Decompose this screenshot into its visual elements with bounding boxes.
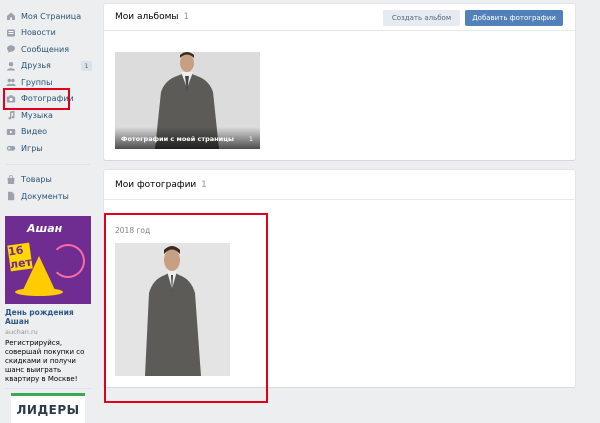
sidebar-item-goods[interactable]: Товары — [0, 172, 96, 189]
video-icon — [6, 127, 16, 137]
sidebar-item-news[interactable]: Новости — [0, 25, 96, 42]
photos-header: Мои фотографии 1 — [104, 170, 575, 200]
friends-counter-badge: 1 — [81, 60, 92, 71]
create-album-button[interactable]: Создать альбом — [383, 10, 460, 26]
goods-icon — [6, 174, 16, 185]
add-photos-button[interactable]: Добавить фотографии — [465, 10, 563, 26]
ad-hat-brim — [15, 288, 63, 296]
sidebar-item-label: Группы — [21, 77, 53, 87]
sidebar-item-documents[interactable]: Документы — [0, 188, 96, 205]
photos-title: Мои фотографии — [115, 179, 197, 190]
sidebar-item-messages[interactable]: Сообщения — [0, 41, 96, 58]
ad2-logo-text: ЛИДЕРЫ — [16, 402, 80, 417]
highlight-frame-photos-menu — [3, 88, 70, 110]
games-icon — [6, 143, 16, 153]
albums-header: Мои альбомы 1 Создать альбом Добавить фо… — [104, 4, 575, 31]
sidebar-divider — [6, 163, 90, 165]
album-photo-count: 1 — [248, 135, 253, 143]
highlight-frame-photo — [104, 213, 268, 403]
photos-count: 1 — [201, 179, 207, 190]
sidebar-item-label: Музыка — [21, 110, 53, 120]
sidebar-item-friends[interactable]: Друзья 1 — [0, 58, 96, 75]
sidebar-item-label: Документы — [21, 191, 69, 201]
sidebar-item-label: Новости — [21, 28, 56, 38]
album-caption: Фотографии с моей страницы — [121, 135, 234, 143]
ad-decoration — [51, 244, 85, 278]
sidebar-item-label: Игры — [21, 143, 43, 153]
album-card[interactable]: Фотографии с моей страницы 1 — [115, 52, 260, 149]
sidebar-item-label: Сообщения — [21, 44, 70, 54]
sidebar-item-video[interactable]: Видео — [0, 124, 96, 141]
ad-block[interactable]: Ашан 16 лет День рождения Ашан auchan.ru… — [5, 216, 91, 384]
sidebar-item-games[interactable]: Игры — [0, 140, 96, 157]
home-icon — [6, 11, 16, 21]
sidebar-item-label: Моя Страница — [21, 11, 82, 21]
news-icon — [6, 28, 16, 38]
secondary-nav: Товары Документы — [0, 172, 96, 205]
albums-section: Мои альбомы 1 Создать альбом Добавить фо… — [104, 4, 575, 160]
music-icon — [6, 110, 16, 120]
albums-title: Мои альбомы — [115, 12, 179, 22]
album-caption-bar: Фотографии с моей страницы 1 — [115, 127, 260, 149]
ad-block-2[interactable]: ЛИДЕРЫ — [5, 388, 91, 423]
groups-icon — [6, 77, 16, 87]
sidebar-item-label: Товары — [21, 175, 52, 185]
sidebar-item-label: Друзья — [21, 61, 51, 71]
sidebar-item-my-page[interactable]: Моя Страница — [0, 8, 96, 25]
main-nav: Моя Страница Новости Сообщения Друзья 1 … — [0, 0, 96, 157]
ad-hat-illustration — [23, 256, 55, 290]
messages-icon — [6, 44, 16, 54]
albums-count: 1 — [183, 12, 189, 22]
ad-banner-image[interactable]: Ашан 16 лет — [5, 216, 91, 304]
documents-icon — [6, 191, 16, 201]
ad-text: Регистрируйся, совершай покупки со скидк… — [5, 339, 85, 383]
ad-title-link[interactable]: День рождения Ашан — [5, 308, 91, 326]
ad-brand-logo: Ашан — [27, 222, 63, 235]
ad-domain: auchan.ru — [5, 328, 38, 336]
sidebar-item-label: Видео — [21, 127, 48, 137]
friend-icon — [6, 61, 16, 71]
ad2-logo[interactable]: ЛИДЕРЫ — [11, 393, 85, 423]
